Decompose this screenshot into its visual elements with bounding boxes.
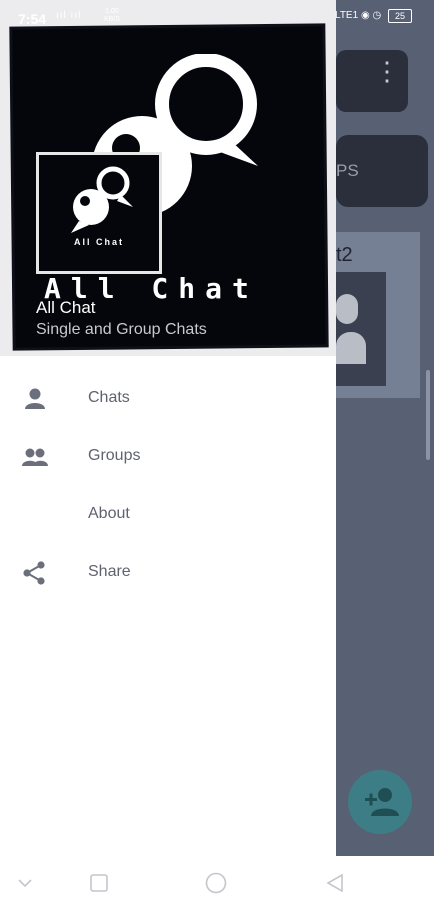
person-icon (25, 388, 45, 409)
menu-item-label: Groups (88, 447, 141, 464)
share-icon (23, 561, 45, 585)
add-contact-button[interactable] (348, 770, 412, 834)
back-button[interactable] (326, 874, 344, 892)
tab-label-partial: PS (336, 161, 359, 180)
network-speed: 1.00 KB/S (104, 8, 120, 24)
menu-item-label: About (88, 505, 130, 522)
recents-button[interactable] (90, 874, 108, 892)
menu-item-groups[interactable]: Groups (0, 428, 336, 486)
network-speed-unit: KB/S (104, 16, 120, 23)
drawer-app-subtitle: Single and Group Chats (36, 321, 207, 338)
logo-box-text: All Chat (73, 237, 124, 247)
signal-icon: ııl ııl (56, 10, 82, 21)
menu-item-share[interactable]: Share (0, 544, 336, 602)
avatar (336, 272, 386, 386)
scrollbar (426, 370, 430, 460)
add-person-icon (365, 788, 399, 816)
drawer-menu: Chats Groups About Share (0, 370, 336, 602)
tab-background: PS (336, 135, 428, 207)
status-icons: LTE1 ◉ ◷ (335, 10, 382, 21)
status-time: 7:54 (18, 11, 47, 27)
chevron-down-icon[interactable] (18, 878, 32, 888)
app-logo: All Chat (36, 152, 162, 274)
network-speed-value: 1.00 (105, 8, 119, 15)
menu-item-about[interactable]: About (0, 486, 336, 544)
battery-icon: 25 (388, 9, 412, 23)
menu-item-label: Chats (88, 389, 130, 406)
menu-item-chats[interactable]: Chats (0, 370, 336, 428)
overflow-menu-icon: ⋮ (374, 56, 400, 86)
status-bar: 7:54 ııl ııl 1.00 KB/S LTE1 ◉ ◷ 25 (0, 0, 434, 30)
navigation-drawer: All Chat All Chat All Chat Single and Gr… (0, 0, 336, 856)
home-button[interactable] (205, 872, 227, 894)
menu-item-label: Share (88, 563, 131, 580)
system-nav-bar (0, 856, 434, 910)
chat-card-title-partial: t2 (336, 244, 353, 266)
chat-bubbles-icon (71, 166, 133, 233)
drawer-header: All Chat All Chat All Chat Single and Gr… (0, 0, 336, 356)
drawer-app-name: All Chat (36, 298, 96, 317)
group-icon (22, 448, 48, 466)
